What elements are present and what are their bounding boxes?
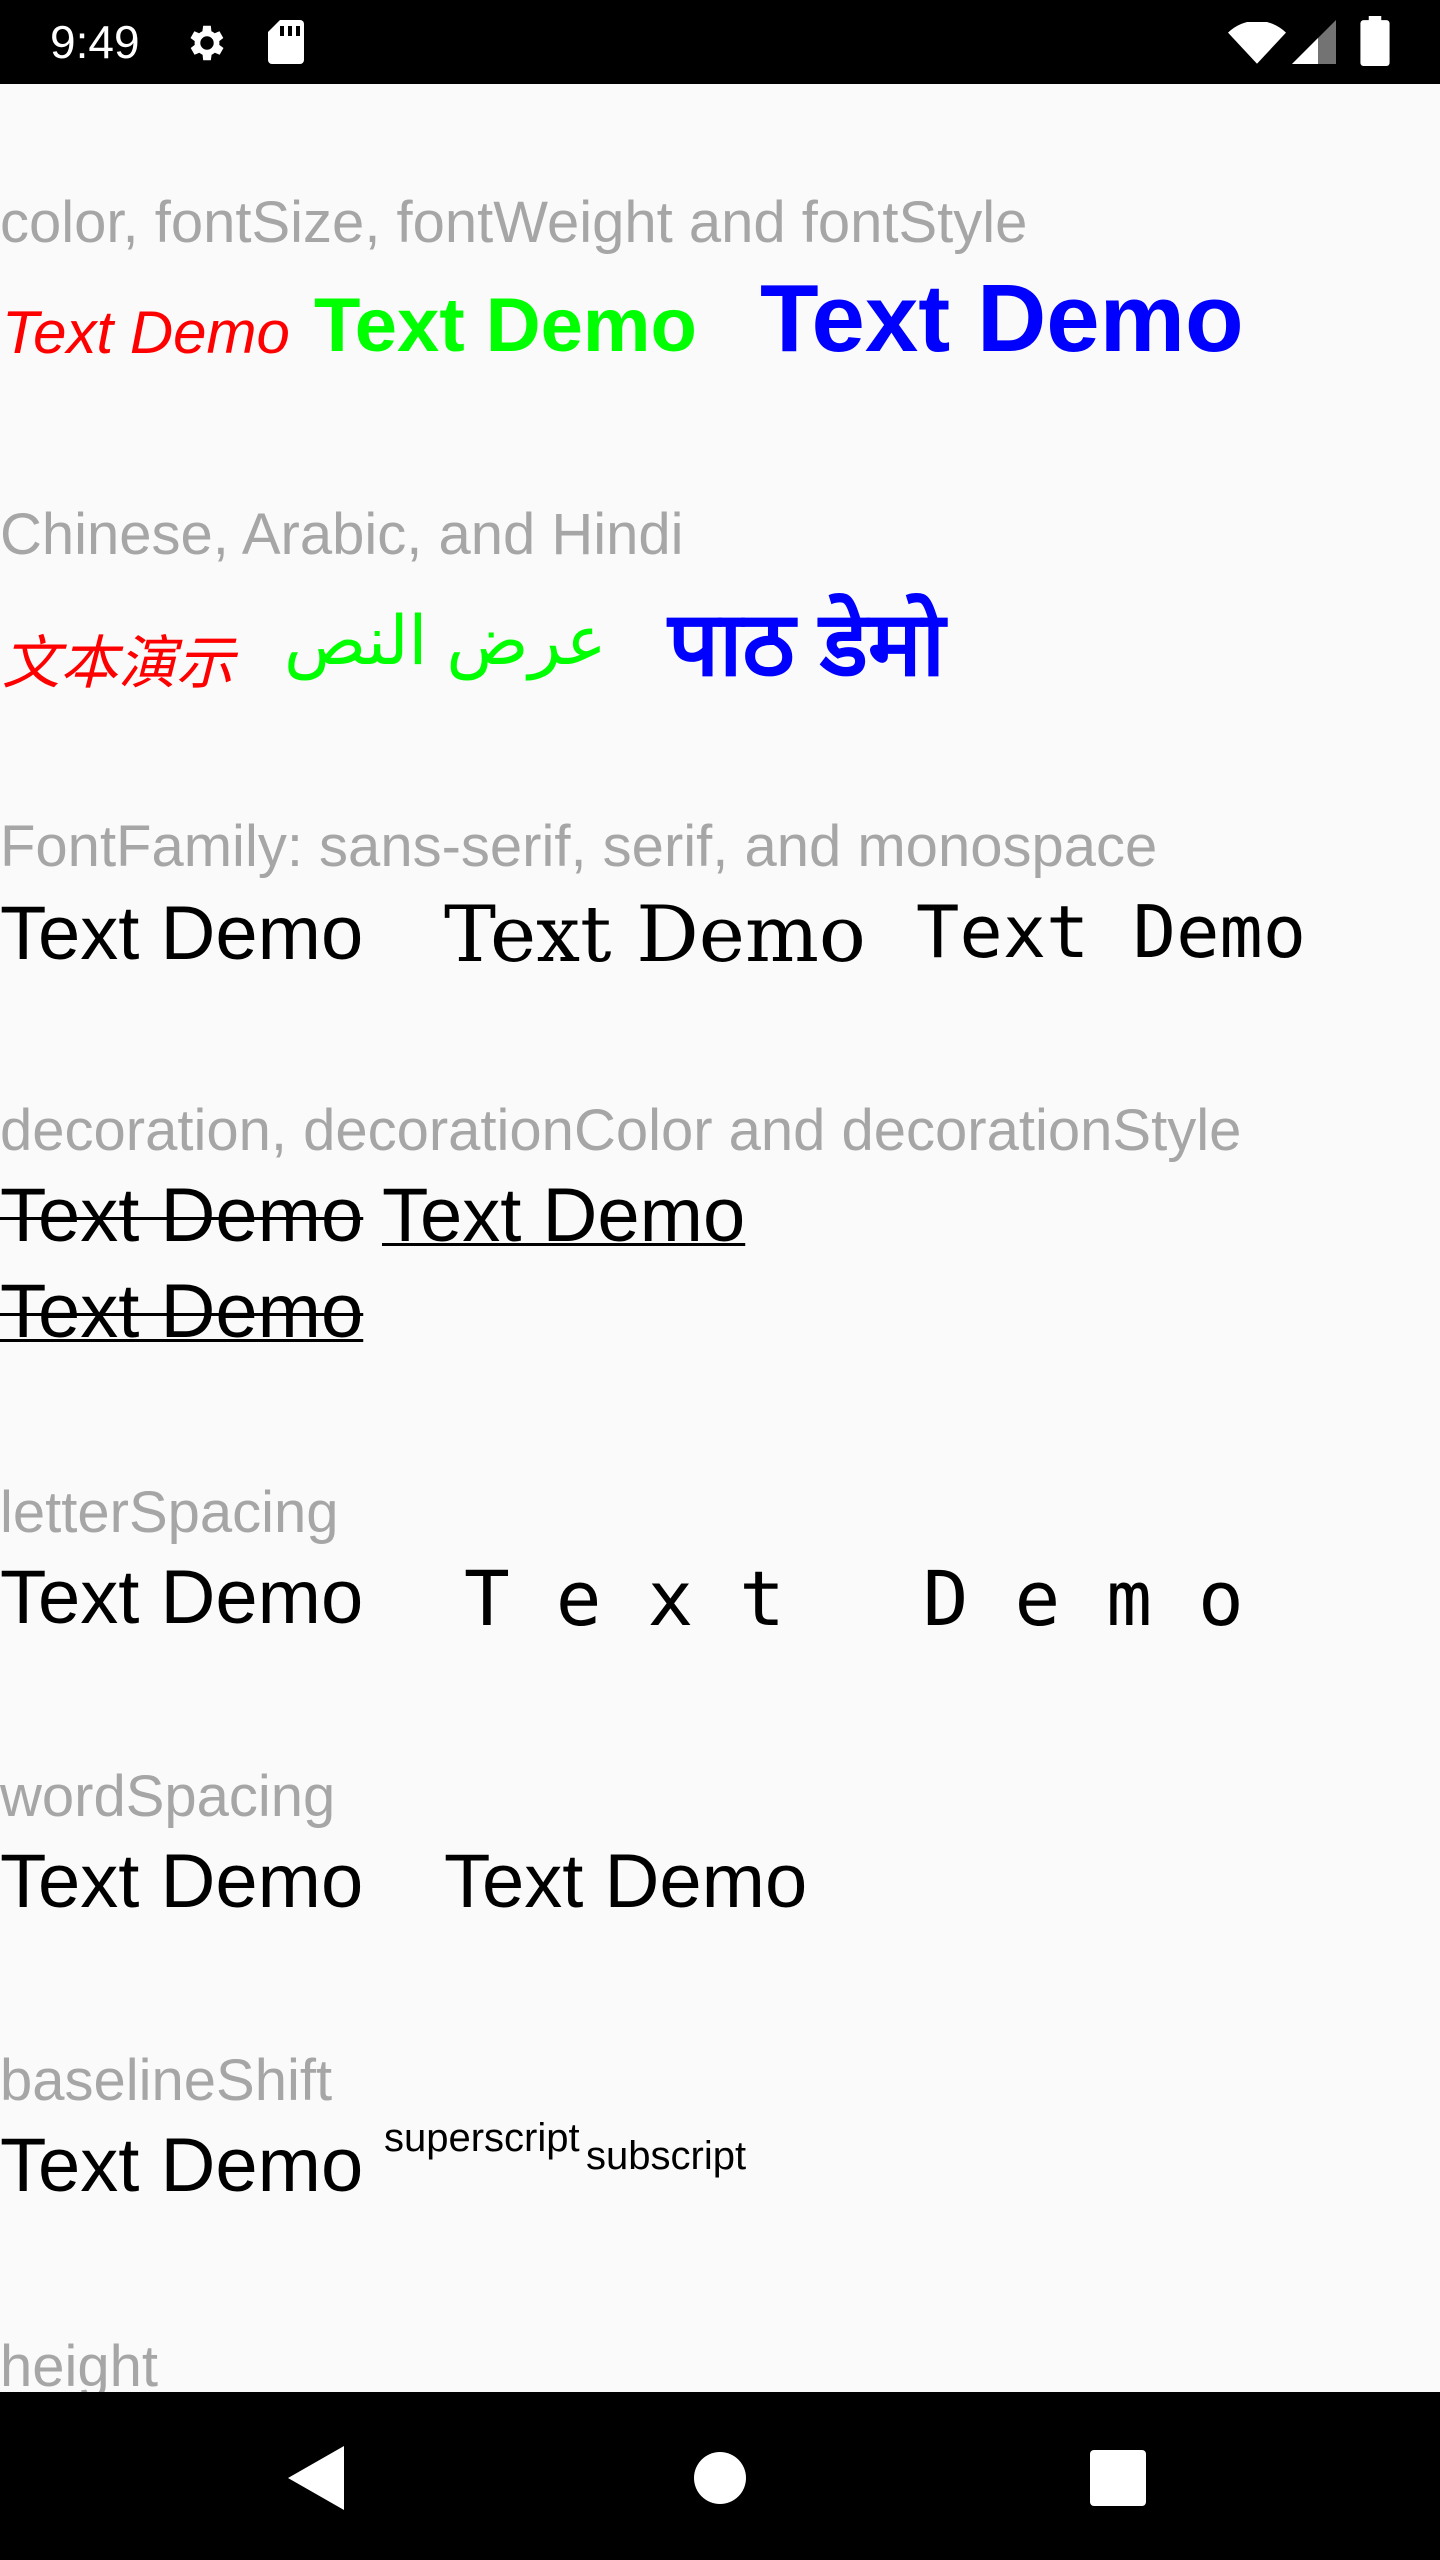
sample-chinese: 文本演示 — [2, 631, 235, 696]
status-bar: 9:49 — [0, 0, 1440, 84]
sample-subscript: subscript — [586, 2134, 747, 2178]
battery-icon — [1360, 16, 1390, 66]
sd-card-icon — [268, 20, 304, 64]
section-heading-i18n: Chinese, Arabic, and Hindi — [0, 502, 684, 567]
sample-arabic: عرض النص — [284, 603, 607, 679]
sample-baseline-main: Text Demo — [0, 2123, 364, 2208]
section-heading-font-family: FontFamily: sans-serif, serif, and monos… — [0, 814, 1158, 879]
navigation-bar — [0, 2392, 1440, 2560]
status-time: 9:49 — [50, 16, 140, 68]
wifi-icon — [1228, 22, 1286, 64]
sample-serif: Text Demo — [444, 890, 866, 980]
recent-apps-icon[interactable] — [1090, 2450, 1146, 2506]
sample-normal-spacing: Text Demo — [0, 1555, 364, 1640]
sample-underline-line-through: Text Demo — [0, 1269, 364, 1354]
sample-word-spacing-2: Text Demo — [444, 1839, 808, 1924]
section-heading-style: color, fontSize, fontWeight and fontStyl… — [0, 190, 1028, 255]
gear-icon — [190, 25, 224, 61]
sample-superscript: superscript — [384, 2116, 580, 2160]
sample-hindi: पाठ डेमो — [668, 595, 946, 695]
section-heading-decoration: decoration, decorationColor and decorati… — [0, 1098, 1242, 1163]
sample-line-through: Text Demo — [0, 1173, 364, 1258]
home-icon[interactable] — [694, 2452, 746, 2504]
sample-blue-large-bold: Text Demo — [760, 265, 1244, 372]
signal-icon — [1292, 20, 1336, 64]
section-heading-letter-spacing: letterSpacing — [0, 1480, 339, 1545]
sample-red-light-italic: Text Demo — [2, 299, 290, 366]
section-heading-height: height — [0, 2334, 159, 2392]
sample-word-spacing-1: Text Demo — [0, 1839, 364, 1924]
text-demo-content[interactable]: color, fontSize, fontWeight and fontStyl… — [0, 84, 1440, 2392]
sample-green-bold: Text Demo — [314, 283, 697, 368]
sample-wide-letter-spacing: Text Demo — [464, 1554, 1290, 1643]
sample-sans-serif: Text Demo — [0, 891, 364, 976]
back-icon[interactable] — [288, 2446, 344, 2510]
section-heading-baseline-shift: baselineShift — [0, 2048, 333, 2113]
sample-underline: Text Demo — [382, 1173, 746, 1258]
section-heading-word-spacing: wordSpacing — [0, 1764, 336, 1829]
sample-monospace: Text Demo — [916, 890, 1307, 974]
